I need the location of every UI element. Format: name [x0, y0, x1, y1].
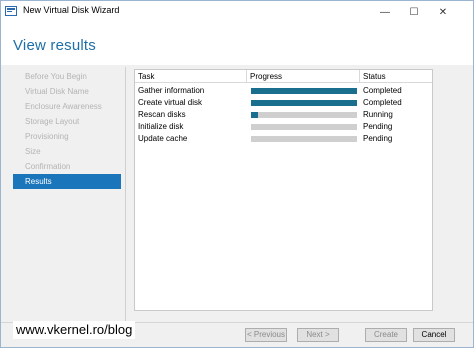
progress-fill: [251, 100, 357, 106]
task-status: Pending: [363, 134, 393, 143]
table-row: Initialize disk Pending: [135, 121, 432, 133]
page-title: View results: [13, 37, 96, 54]
maximize-icon: ☐: [409, 6, 419, 18]
progress-bar: [251, 112, 357, 118]
column-header-progress[interactable]: Progress: [247, 70, 360, 83]
progress-fill: [251, 112, 259, 118]
task-name: Rescan disks: [138, 110, 186, 119]
progress-bar: [251, 136, 357, 142]
previous-button[interactable]: < Previous: [245, 328, 287, 342]
table-row: Rescan disks Running: [135, 109, 432, 121]
nav-divider: [125, 67, 126, 322]
task-status: Running: [363, 110, 393, 119]
nav-item-size: Size: [25, 147, 41, 156]
next-button[interactable]: Next >: [297, 328, 339, 342]
task-status: Completed: [363, 86, 402, 95]
task-status: Completed: [363, 98, 402, 107]
nav-item-enclosure-awareness: Enclosure Awareness: [25, 102, 102, 111]
minimize-icon: —: [380, 6, 390, 18]
task-name: Initialize disk: [138, 122, 184, 131]
create-button[interactable]: Create: [365, 328, 407, 342]
close-icon: ✕: [438, 6, 448, 18]
close-button[interactable]: ✕: [431, 1, 455, 23]
title-bar: New Virtual Disk Wizard — ☐ ✕: [1, 1, 473, 23]
progress-bar: [251, 124, 357, 130]
task-name: Update cache: [138, 134, 188, 143]
nav-item-storage-layout: Storage Layout: [25, 117, 80, 126]
wizard-app-icon: [5, 6, 17, 16]
nav-item-provisioning: Provisioning: [25, 132, 69, 141]
table-row: Create virtual disk Completed: [135, 97, 432, 109]
wizard-header: View results: [1, 23, 473, 65]
nav-item-confirmation: Confirmation: [25, 162, 71, 171]
nav-item-virtual-disk-name: Virtual Disk Name: [25, 87, 89, 96]
window-title: New Virtual Disk Wizard: [23, 5, 120, 15]
task-name: Gather information: [138, 86, 205, 95]
column-header-task[interactable]: Task: [135, 70, 247, 83]
nav-item-results[interactable]: Results: [13, 174, 121, 189]
table-row: Update cache Pending: [135, 133, 432, 145]
column-header-status[interactable]: Status: [360, 70, 432, 83]
progress-fill: [251, 88, 357, 94]
cancel-button[interactable]: Cancel: [413, 328, 455, 342]
task-status: Pending: [363, 122, 393, 131]
nav-item-before-you-begin: Before You Begin: [25, 72, 87, 81]
wizard-steps-nav: Before You Begin Virtual Disk Name Enclo…: [13, 69, 121, 189]
task-name: Create virtual disk: [138, 98, 203, 107]
results-table: Task Progress Status Gather information …: [134, 69, 433, 311]
progress-bar: [251, 88, 357, 94]
progress-bar: [251, 100, 357, 106]
maximize-button[interactable]: ☐: [402, 1, 426, 23]
blog-watermark: www.vkernel.ro/blog: [13, 321, 136, 339]
wizard-window: New Virtual Disk Wizard — ☐ ✕ View resul…: [0, 0, 474, 348]
minimize-button[interactable]: —: [373, 1, 397, 23]
table-row: Gather information Completed: [135, 85, 432, 97]
